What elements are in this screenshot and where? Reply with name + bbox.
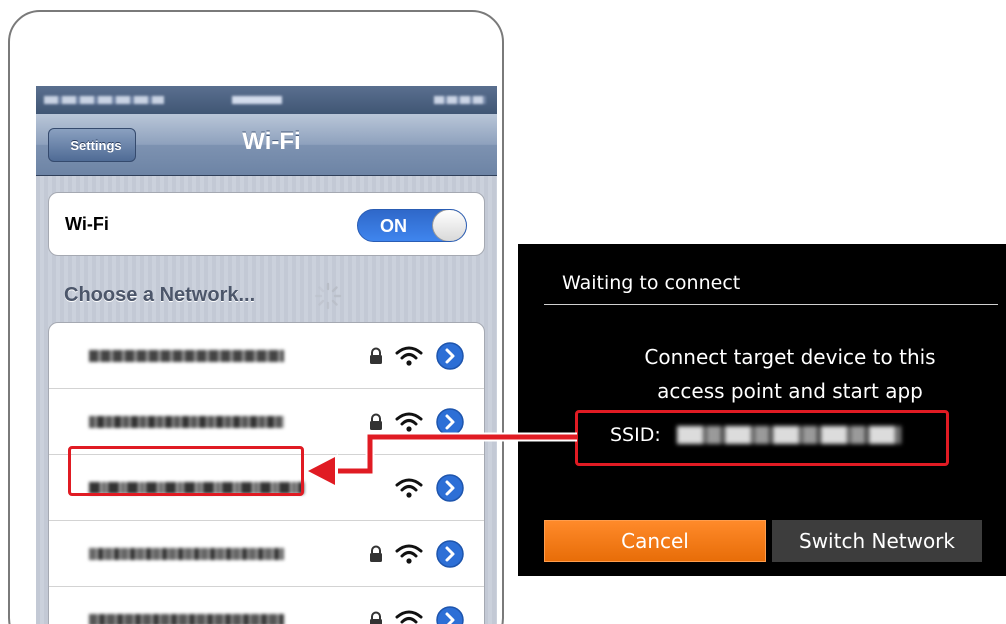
dialog-title: Waiting to connect <box>562 272 741 294</box>
network-name-blurred <box>89 614 284 624</box>
wifi-toggle-label: Wi-Fi <box>65 214 109 234</box>
network-row[interactable] <box>49 587 484 624</box>
cancel-button[interactable]: Cancel <box>544 520 766 562</box>
phone-frame: Settings Wi-Fi Wi-Fi ON Choose a Network… <box>8 10 504 624</box>
dialog-divider <box>544 304 998 305</box>
network-name-blurred <box>89 350 284 362</box>
wifi-signal-icon <box>395 610 423 624</box>
lock-icon <box>370 611 382 624</box>
lock-icon <box>370 545 382 562</box>
detail-disclosure-icon[interactable] <box>435 605 465 624</box>
page-title: Wi-Fi <box>242 128 301 155</box>
switch-network-button[interactable]: Switch Network <box>772 520 982 562</box>
wifi-toggle-group: Wi-Fi ON <box>48 192 485 256</box>
battery-indicator <box>434 96 486 104</box>
carrier-indicator <box>44 96 164 104</box>
wifi-toggle-switch[interactable]: ON <box>357 209 467 242</box>
detail-disclosure-icon[interactable] <box>435 341 465 371</box>
toggle-knob <box>432 210 466 241</box>
dialog-message-line-2: access point and start app <box>657 379 923 403</box>
detail-disclosure-icon[interactable] <box>435 539 465 569</box>
status-bar <box>36 86 497 114</box>
dialog-message-line-1: Connect target device to this <box>644 345 936 369</box>
ssid-highlight-box <box>575 410 949 466</box>
lock-icon <box>370 347 382 364</box>
network-name-blurred <box>89 548 284 560</box>
dialog-message: Connect target device to this access poi… <box>518 340 1006 408</box>
loading-spinner-icon <box>314 282 342 310</box>
network-name-blurred <box>89 416 284 428</box>
network-row[interactable] <box>49 323 484 389</box>
navigation-bar: Settings Wi-Fi <box>36 114 497 176</box>
network-row[interactable] <box>49 521 484 587</box>
wifi-signal-icon <box>395 544 423 564</box>
network-highlight-box <box>68 446 304 496</box>
arrow-connector-icon <box>304 432 577 486</box>
toggle-state-text: ON <box>380 216 407 236</box>
choose-network-label: Choose a Network... <box>64 284 256 306</box>
wifi-settings-screen: Settings Wi-Fi Wi-Fi ON Choose a Network… <box>36 86 497 624</box>
wifi-signal-icon <box>395 346 423 366</box>
status-time <box>232 96 282 104</box>
